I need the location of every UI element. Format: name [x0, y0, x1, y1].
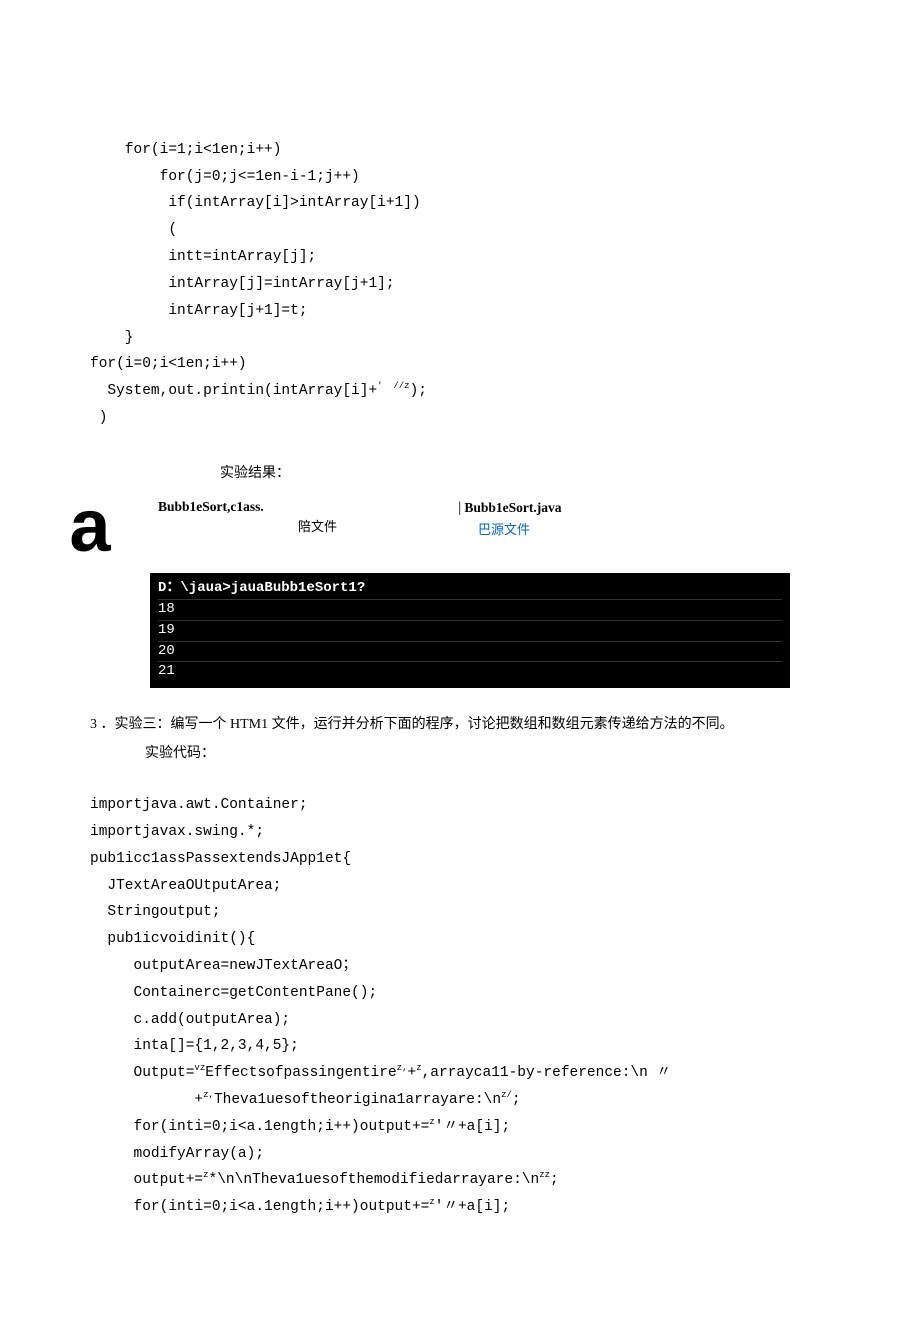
- code-text: '〃+a[i];: [435, 1119, 510, 1135]
- code-text: Effectsofpassingentire: [205, 1065, 396, 1081]
- code-line: ): [90, 410, 107, 426]
- code-line: +z,Theva1uesoftheorigina1arrayare:\nz/;: [90, 1092, 521, 1108]
- code-text: output+=: [90, 1172, 203, 1188]
- file-1-type: 陪文件: [158, 516, 458, 538]
- code-line: }: [90, 330, 134, 346]
- code-text: Output=: [90, 1065, 194, 1081]
- code-text: for(inti=0;i<a.1ength;i++)output+=: [90, 1199, 429, 1215]
- code-block-2: importjava.awt.Container; importjavax.sw…: [90, 765, 830, 1221]
- code-block-1: for(i=1;i<1en;i++) for(j=0;j<=1en-i-1;j+…: [90, 110, 830, 432]
- code-text: ,arrayca11-by-reference:\n 〃: [422, 1065, 671, 1081]
- code-line: importjava.awt.Container;: [90, 797, 308, 813]
- code-line: Containerc=getContentPane();: [90, 985, 377, 1001]
- code-text: System,out.printin(intArray[i]+: [90, 383, 377, 399]
- code-line: intArray[j+1]=t;: [90, 303, 308, 319]
- code-text: +: [407, 1065, 416, 1081]
- code-line: outputArea=newJTextAreaO；: [90, 958, 357, 974]
- code-sup: z,: [397, 1063, 408, 1073]
- code-text: );: [410, 383, 427, 399]
- file-item-2: |Bubb1eSort.java 巴源文件: [458, 496, 758, 542]
- code-line: for(inti=0;i<a.1ength;i++)output+=z'〃+a[…: [90, 1199, 510, 1215]
- code-sup: z/: [501, 1090, 512, 1100]
- console-line: 18: [158, 600, 782, 621]
- code-line: intArray[j]=intArray[j+1];: [90, 276, 395, 292]
- code-text: Theva1uesoftheorigina1arrayare:\n: [214, 1092, 501, 1108]
- code-text: ;: [512, 1092, 521, 1108]
- code-sup: z,: [203, 1090, 214, 1100]
- console-line: 19: [158, 621, 782, 642]
- code-text: +: [90, 1092, 203, 1108]
- code-line: for(j=0;j<=1en-i-1;j++): [90, 169, 360, 185]
- code-line: System,out.printin(intArray[i]+' //z);: [90, 383, 427, 399]
- code-text: ;: [550, 1172, 559, 1188]
- code-line: if(intArray[i]>intArray[i+1]): [90, 195, 421, 211]
- code-line: inta[]={1,2,3,4,5};: [90, 1038, 299, 1054]
- console-line: 21: [158, 662, 782, 682]
- section-3-heading: 3 ．实验三：编写一个 HTM1 文件，运行并分析下面的程序，讨论把数组和数组元…: [90, 713, 830, 737]
- code-sup: ' //z: [377, 381, 409, 391]
- code-line: pub1icc1assPassextendsJApp1et{: [90, 851, 351, 867]
- file-2-name: Bubb1eSort.java: [464, 500, 561, 515]
- code-text: for(inti=0;i<a.1ength;i++)output+=: [90, 1119, 429, 1135]
- console-command: D：\jaua>jauaBubb1eSort1?: [158, 579, 782, 601]
- code-text: *\n\nTheva1uesofthemodifiedarrayare:\n: [209, 1172, 540, 1188]
- letter-a-graphic: a: [60, 496, 120, 555]
- code-line: intt=intArray[j];: [90, 249, 316, 265]
- result-label: 实验结果：: [90, 462, 830, 486]
- code-line: JTextAreaOUtputArea;: [90, 878, 281, 894]
- code-line: importjavax.swing.*;: [90, 824, 264, 840]
- files-section: a Bubb1eSort,c1ass. 陪文件 |Bubb1eSort.java…: [90, 496, 830, 555]
- code-sup: zz: [539, 1171, 550, 1181]
- code-line: for(inti=0;i<a.1ength;i++)output+=z'〃+a[…: [90, 1119, 510, 1135]
- file-row: Bubb1eSort,c1ass. 陪文件 |Bubb1eSort.java 巴…: [128, 496, 830, 542]
- file-item-1: Bubb1eSort,c1ass. 陪文件: [158, 496, 458, 542]
- code-line: output+=z*\n\nTheva1uesofthemodifiedarra…: [90, 1172, 559, 1188]
- section-3-code-label: 实验代码：: [90, 742, 830, 766]
- console-output: D：\jaua>jauaBubb1eSort1? 18 19 20 21: [150, 573, 790, 688]
- code-line: pub1icvoidinit(){: [90, 931, 255, 947]
- document-page: for(i=1;i<1en;i++) for(j=0;j<=1en-i-1;j+…: [0, 0, 920, 1331]
- files-right-wrap: Bubb1eSort,c1ass. 陪文件 |Bubb1eSort.java 巴…: [128, 496, 830, 542]
- file-1-name: Bubb1eSort,c1ass.: [158, 496, 458, 519]
- code-line: for(i=0;i<1en;i++): [90, 356, 247, 372]
- file-2-type: 巴源文件: [458, 519, 758, 541]
- code-line: (: [90, 222, 177, 238]
- code-line: c.add(outputArea);: [90, 1012, 290, 1028]
- code-line: Output=vzEffectsofpassingentirez,+z,arra…: [90, 1065, 671, 1081]
- code-sup: vz: [194, 1063, 205, 1073]
- console-line: 20: [158, 642, 782, 663]
- code-line: Stringoutput;: [90, 904, 221, 920]
- code-text: '〃+a[i];: [435, 1199, 510, 1215]
- code-line: for(i=1;i<1en;i++): [90, 142, 281, 158]
- code-line: modifyArray(a);: [90, 1146, 264, 1162]
